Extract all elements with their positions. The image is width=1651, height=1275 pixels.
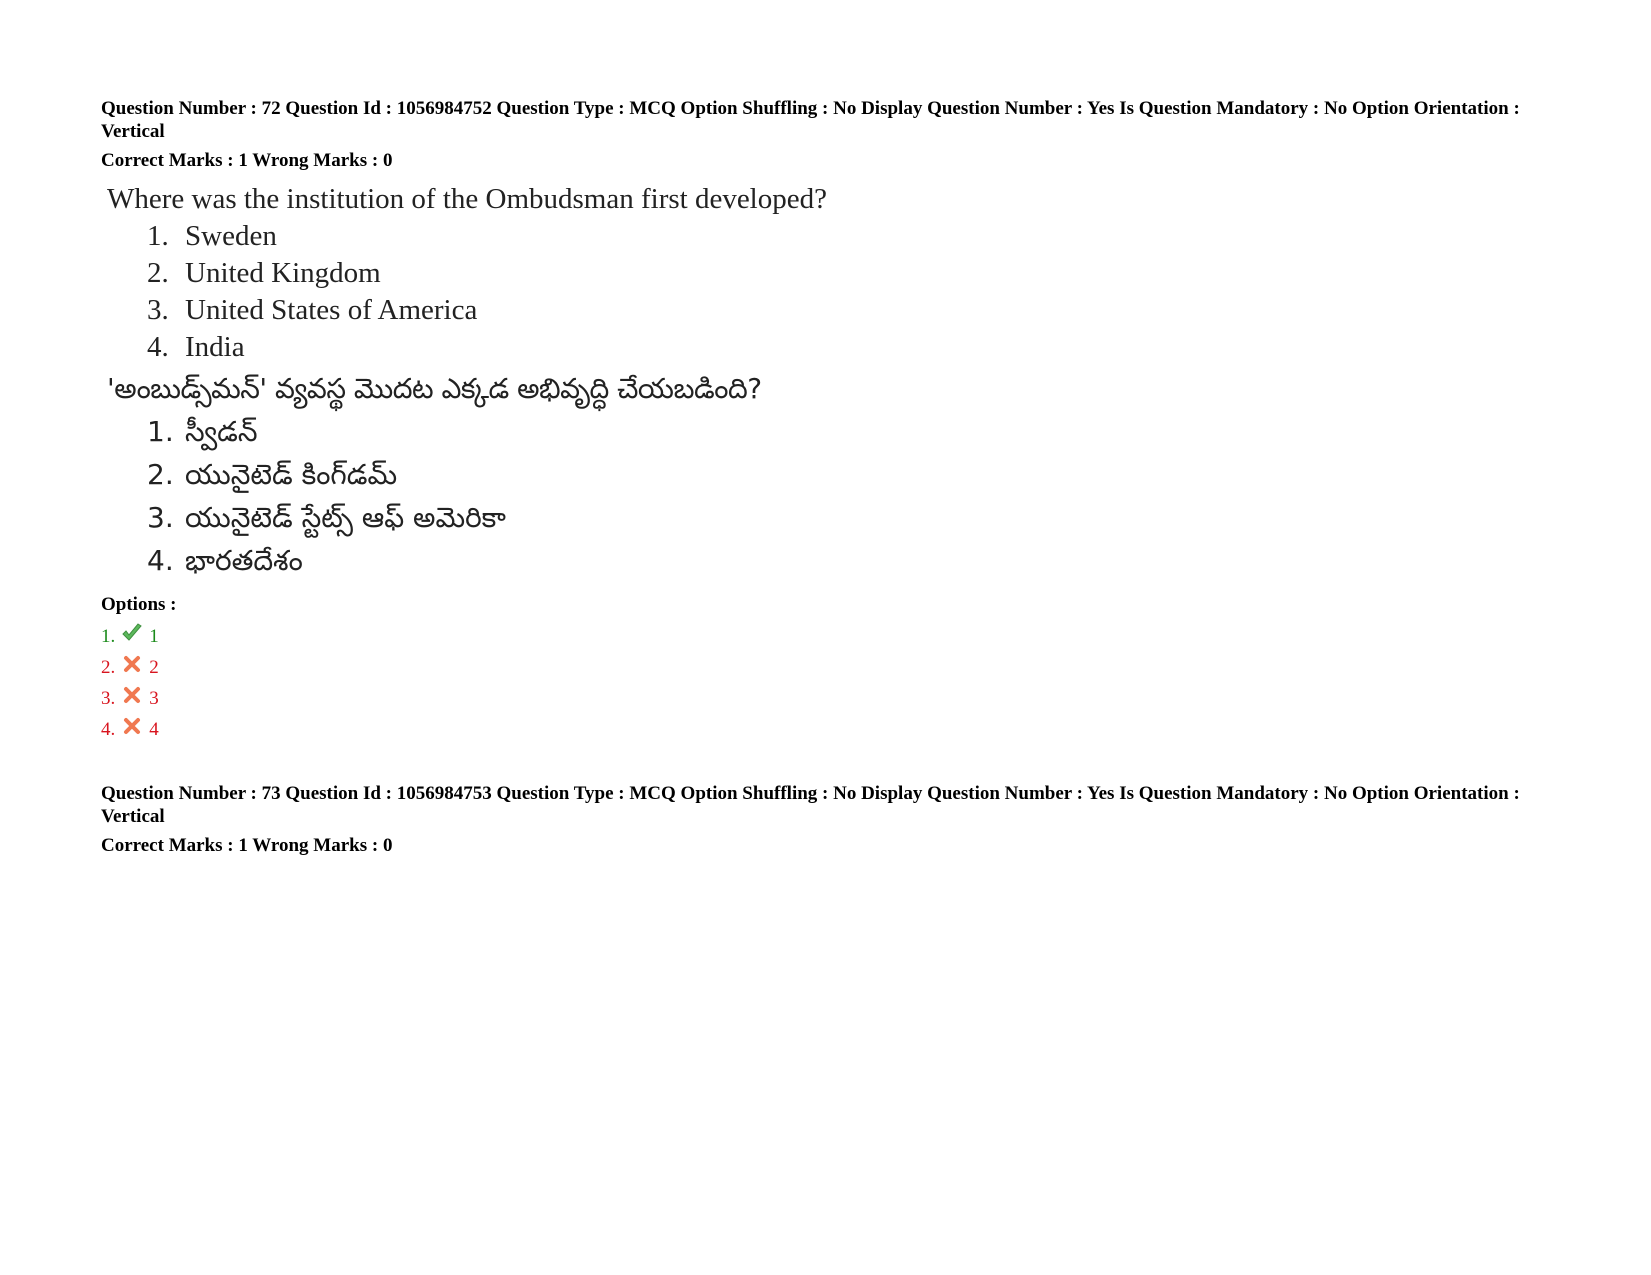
option-text: యునైటెడ్ కింగ్‌డమ్ <box>185 458 398 491</box>
cross-icon <box>121 654 143 674</box>
cross-icon <box>121 716 143 736</box>
option-telugu: 2. యునైటెడ్ కింగ్‌డమ్ <box>107 453 827 496</box>
question-text-telugu: 'అంబుడ్స్‌మన్' వ్యవస్థ మొదట ఎక్కడ అభివృద… <box>107 372 762 405</box>
option-english: 1. Sweden <box>107 218 827 255</box>
answer-number: 3. <box>101 688 116 709</box>
answer-value: 1 <box>149 626 159 647</box>
option-text: United Kingdom <box>185 257 381 289</box>
question-meta: Question Number : 72 Question Id : 10569… <box>101 98 1520 142</box>
option-number: 2. <box>147 257 169 289</box>
question-body: Where was the institution of the Ombudsm… <box>107 181 827 582</box>
option-text: India <box>185 331 245 363</box>
answer-number: 1. <box>101 626 116 647</box>
question-text-english: Where was the institution of the Ombudsm… <box>107 183 827 215</box>
answer-option: 1. 1 <box>101 622 159 648</box>
option-number: 3. <box>147 294 169 326</box>
option-telugu: 4. భారతదేశం <box>107 539 827 582</box>
answer-value: 4 <box>149 719 159 740</box>
option-text: United States of America <box>185 294 478 326</box>
marks-info: Correct Marks : 1 Wrong Marks : 0 <box>101 835 393 856</box>
option-telugu: 1. స్వీడన్ <box>107 410 827 453</box>
option-english: 4. India <box>107 329 827 366</box>
question-meta: Question Number : 73 Question Id : 10569… <box>101 783 1520 827</box>
option-text: యునైటెడ్ స్టేట్స్ ఆఫ్ అమెరికా <box>185 501 506 534</box>
marks-info: Correct Marks : 1 Wrong Marks : 0 <box>101 150 393 171</box>
answer-option: 2. 2 <box>101 654 159 679</box>
answer-option: 4. 4 <box>101 716 159 741</box>
answer-value: 3 <box>149 688 159 709</box>
option-number: 4. <box>147 544 174 577</box>
check-icon <box>121 622 143 643</box>
answer-number: 2. <box>101 657 116 678</box>
option-english: 2. United Kingdom <box>107 255 827 292</box>
option-number: 2. <box>147 458 174 491</box>
answer-number: 4. <box>101 719 116 740</box>
option-english: 3. United States of America <box>107 292 827 329</box>
cross-icon <box>121 685 143 705</box>
option-telugu: 3. యునైటెడ్ స్టేట్స్ ఆఫ్ అమెరికా <box>107 496 827 539</box>
answer-option: 3. 3 <box>101 685 159 710</box>
option-text: స్వీడన్ <box>185 415 258 448</box>
option-text: Sweden <box>185 220 277 252</box>
option-number: 1. <box>147 415 174 448</box>
option-number: 1. <box>147 220 169 252</box>
option-number: 3. <box>147 501 174 534</box>
option-text: భారతదేశం <box>185 544 303 577</box>
options-label: Options : <box>101 594 177 615</box>
answer-value: 2 <box>149 657 159 678</box>
option-number: 4. <box>147 331 169 363</box>
